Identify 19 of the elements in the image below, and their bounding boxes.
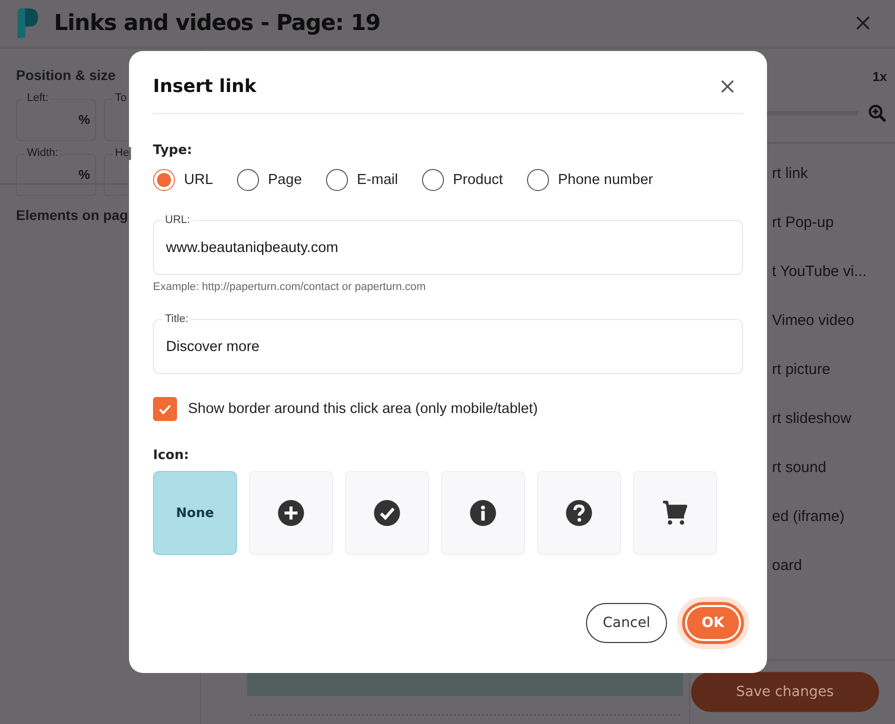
radio-label: Page <box>268 172 302 188</box>
unit-label: % <box>78 112 90 127</box>
field-label: He <box>113 147 132 160</box>
page-title: Links and videos - Page: 19 <box>54 10 380 36</box>
field-value: www.beautaniqbeauty.com <box>166 240 338 256</box>
zoom-level: 1x <box>872 69 887 84</box>
icon-label: Icon: <box>153 448 189 463</box>
type-label: Type: <box>153 143 192 158</box>
field-value: Discover more <box>166 338 260 354</box>
checkbox-label: Show border around this click area (only mobile/tablet) <box>188 401 538 417</box>
radio-label: Product <box>452 172 503 188</box>
radio-label: Phone number <box>558 172 654 188</box>
unit-label: % <box>78 167 90 182</box>
radio-label: E-mail <box>356 172 398 188</box>
radio-label: URL <box>184 172 214 188</box>
section-heading: Elements on pag <box>16 207 128 223</box>
dialog-title: Insert link <box>153 76 256 96</box>
section-heading: Position & size <box>16 67 116 83</box>
field-hint: Example: http://paperturn.com/contact or paperturn.com <box>153 281 426 293</box>
